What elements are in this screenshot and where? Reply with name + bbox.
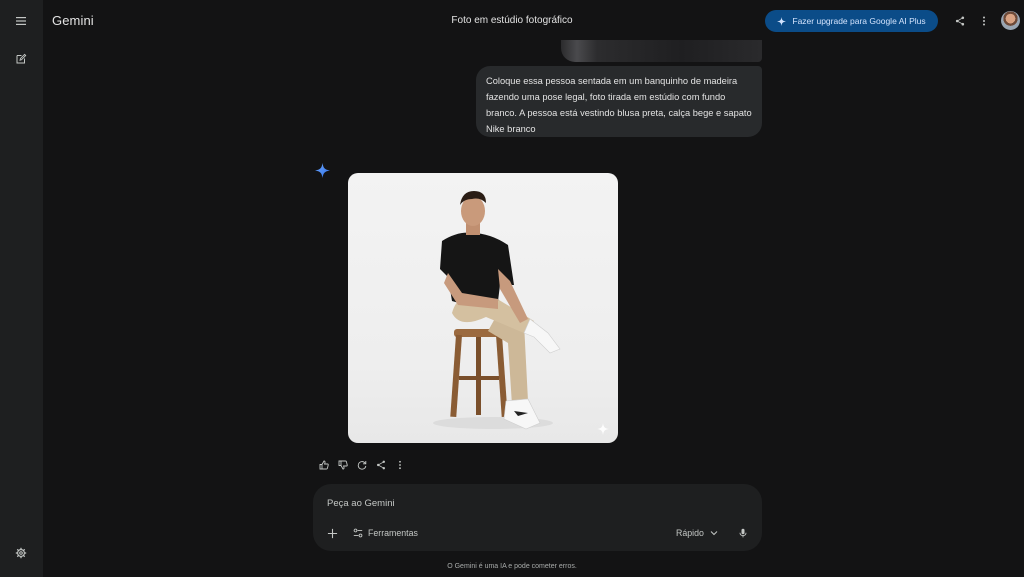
- previous-uploaded-image[interactable]: [561, 40, 762, 62]
- mic-icon: [739, 528, 747, 538]
- ai-disclaimer: O Gemini é uma IA e pode cometer erros.: [447, 563, 577, 570]
- account-avatar[interactable]: [1001, 11, 1020, 30]
- add-files-button[interactable]: [325, 526, 339, 540]
- generated-photo: [433, 191, 561, 430]
- tools-label: Ferramentas: [368, 528, 418, 538]
- sparkle-icon: [777, 16, 787, 26]
- mode-label: Rápido: [676, 528, 704, 538]
- menu-icon: [16, 17, 26, 25]
- generated-image[interactable]: [348, 173, 618, 443]
- bad-response-button[interactable]: [337, 459, 349, 471]
- prompt-composer: Ferramentas Rápido: [313, 484, 762, 551]
- share-icon: [955, 16, 965, 26]
- sidebar-rail: [0, 0, 43, 577]
- more-vert-icon: [983, 16, 985, 26]
- edit-icon: [16, 53, 27, 64]
- upgrade-label: Fazer upgrade para Google AI Plus: [792, 16, 926, 26]
- gemini-sparkle-icon: [315, 163, 330, 178]
- upgrade-button[interactable]: Fazer upgrade para Google AI Plus: [765, 10, 938, 32]
- refresh-icon: [357, 461, 367, 470]
- share-response-button[interactable]: [375, 459, 387, 471]
- response-actions: [318, 459, 406, 473]
- microphone-button[interactable]: [736, 526, 750, 540]
- user-message-text: Coloque essa pessoa sentada em um banqui…: [486, 76, 752, 134]
- response-more-button[interactable]: [394, 459, 406, 471]
- more-vert-icon: [399, 460, 401, 470]
- share-chat-button[interactable]: [953, 14, 967, 28]
- thumb-down-icon: [338, 460, 348, 470]
- brand-logo[interactable]: Gemini: [52, 13, 94, 28]
- watermark-sparkle-icon: [597, 423, 609, 435]
- gemini-app: Gemini Foto em estúdio fotográfico Fazer…: [0, 0, 1024, 577]
- share-icon: [377, 460, 385, 470]
- settings-button[interactable]: [11, 543, 31, 563]
- model-mode-selector[interactable]: Rápido: [676, 526, 718, 540]
- good-response-button[interactable]: [318, 459, 330, 471]
- tune-icon: [353, 528, 363, 538]
- prompt-input[interactable]: [327, 496, 747, 510]
- regenerate-button[interactable]: [356, 459, 368, 471]
- thumb-up-icon: [319, 460, 329, 470]
- plus-icon: [327, 528, 337, 538]
- more-options-button[interactable]: [977, 14, 991, 28]
- new-chat-button[interactable]: [11, 49, 31, 69]
- chevron-down-icon: [710, 531, 718, 536]
- main-menu-button[interactable]: [11, 11, 31, 31]
- settings-icon: [15, 547, 27, 559]
- user-message-bubble: Coloque essa pessoa sentada em um banqui…: [476, 66, 762, 137]
- tools-button[interactable]: Ferramentas: [353, 526, 418, 540]
